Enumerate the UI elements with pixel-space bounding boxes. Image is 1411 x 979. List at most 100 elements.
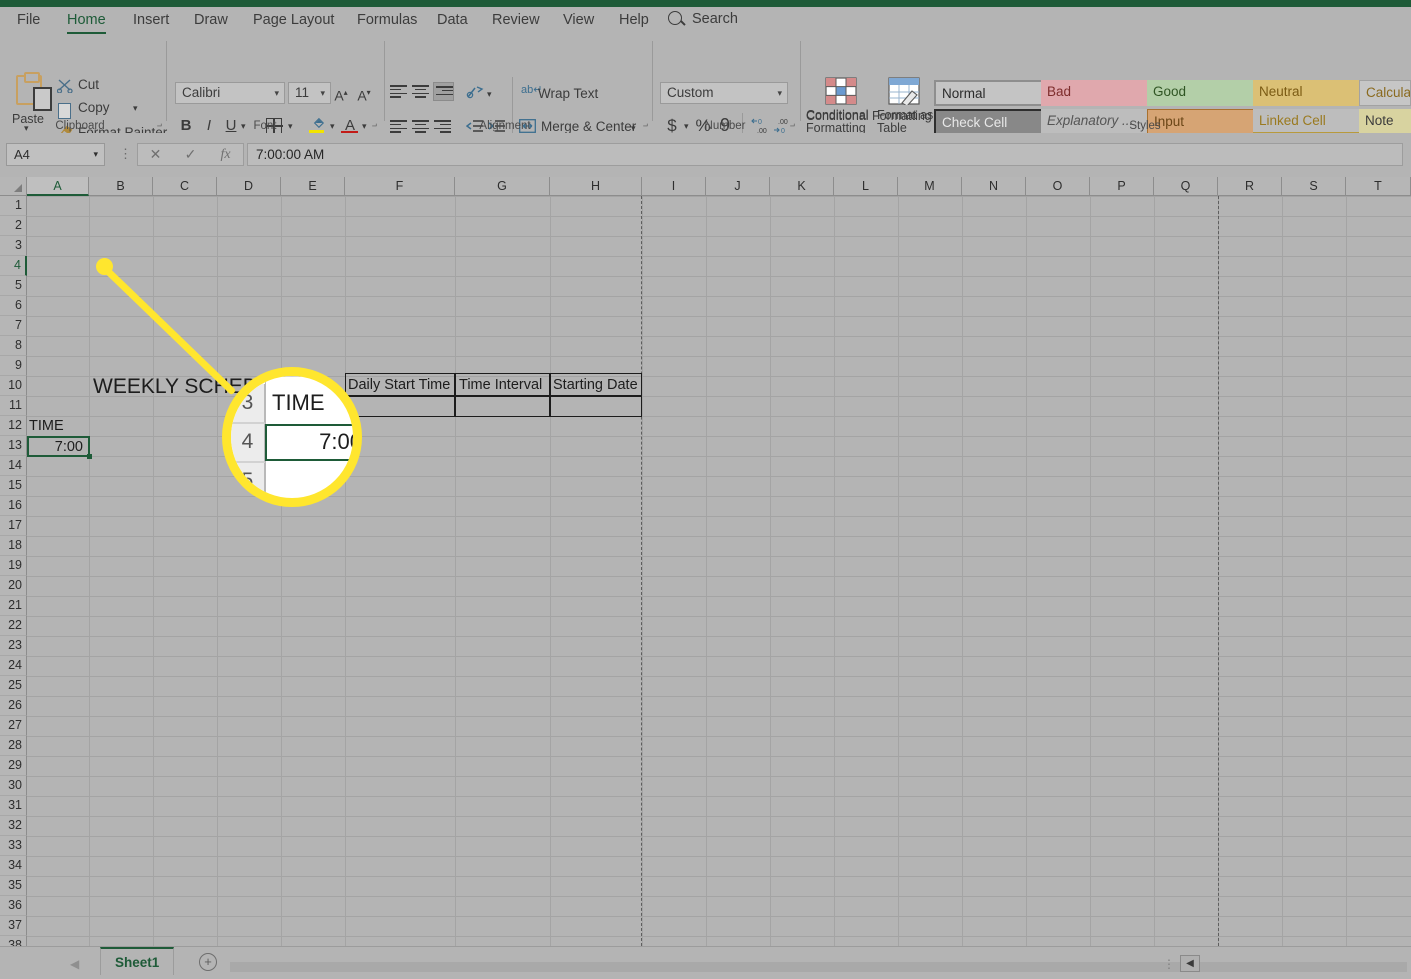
row-header-9[interactable]: 9: [0, 356, 27, 376]
tab-draw[interactable]: Draw: [185, 9, 237, 35]
row-header-16[interactable]: 16: [0, 496, 27, 516]
row-header-17[interactable]: 17: [0, 516, 27, 536]
font-size-combo[interactable]: 11 ▾: [288, 82, 331, 104]
tab-formulas[interactable]: Formulas: [348, 9, 426, 35]
format-as-table-icon[interactable]: [888, 77, 920, 105]
time-interval-header[interactable]: Time Interval: [459, 377, 542, 393]
row-header-12[interactable]: 12: [0, 416, 27, 436]
column-header-l[interactable]: L: [834, 177, 898, 196]
copy-label[interactable]: Copy: [78, 100, 110, 115]
row-header-22[interactable]: 22: [0, 616, 27, 636]
column-header-d[interactable]: D: [217, 177, 281, 196]
row-header-20[interactable]: 20: [0, 576, 27, 596]
fill-handle[interactable]: [86, 453, 92, 459]
row-header-24[interactable]: 24: [0, 656, 27, 676]
tab-review[interactable]: Review: [483, 9, 549, 35]
cancel-formula-button[interactable]: ✕: [138, 144, 173, 165]
style-note[interactable]: Note: [1359, 109, 1411, 135]
decrease-font-size-button[interactable]: A▾: [353, 82, 375, 107]
column-header-k[interactable]: K: [770, 177, 834, 196]
column-header-a[interactable]: A: [27, 177, 89, 196]
column-header-c[interactable]: C: [153, 177, 217, 196]
conditional-formatting-icon[interactable]: [825, 77, 857, 105]
column-header-h[interactable]: H: [550, 177, 642, 196]
column-header-t[interactable]: T: [1346, 177, 1411, 196]
number-dialog-launcher[interactable]: [786, 121, 795, 130]
row-header-6[interactable]: 6: [0, 296, 27, 316]
font-name-combo[interactable]: Calibri ▾: [175, 82, 285, 104]
row-header-7[interactable]: 7: [0, 316, 27, 336]
row-header-28[interactable]: 28: [0, 736, 27, 756]
row-header-25[interactable]: 25: [0, 676, 27, 696]
number-format-combo[interactable]: Custom ▾: [660, 82, 788, 104]
row-header-36[interactable]: 36: [0, 896, 27, 916]
align-center-icon[interactable]: [412, 120, 429, 134]
copy-dropdown-icon[interactable]: ▾: [133, 103, 138, 114]
column-header-r[interactable]: R: [1218, 177, 1282, 196]
column-header-o[interactable]: O: [1026, 177, 1090, 196]
row-header-18[interactable]: 18: [0, 536, 27, 556]
spreadsheet-grid[interactable]: ABCDEFGHIJKLMNOPQRST 1 2 3 4 5 6 7 8 9 10 11 12 13 14…: [0, 177, 1411, 946]
column-header-m[interactable]: M: [898, 177, 962, 196]
clipboard-dialog-launcher[interactable]: [153, 121, 162, 130]
tab-view[interactable]: View: [554, 9, 603, 35]
name-box-resize-handle[interactable]: ⋮: [119, 146, 132, 162]
row-header-10[interactable]: 10: [0, 376, 27, 396]
row-header-35[interactable]: 35: [0, 876, 27, 896]
horizontal-scrollbar[interactable]: [230, 962, 1407, 972]
align-top-icon[interactable]: [390, 85, 407, 99]
row-header-21[interactable]: 21: [0, 596, 27, 616]
format-as-table-label[interactable]: Format as Table: [877, 109, 937, 135]
row-header-32[interactable]: 32: [0, 816, 27, 836]
row-header-5[interactable]: 5: [0, 276, 27, 296]
column-header-n[interactable]: N: [962, 177, 1026, 196]
selected-cell-a4[interactable]: 7:00: [27, 436, 92, 459]
orientation-icon[interactable]: [466, 85, 484, 99]
row-header-30[interactable]: 30: [0, 776, 27, 796]
row-header-11[interactable]: 11: [0, 396, 27, 416]
increase-font-size-button[interactable]: A▴: [330, 82, 352, 107]
starting-date-header[interactable]: Starting Date: [553, 377, 638, 393]
style-calculation[interactable]: Calcula: [1359, 80, 1411, 106]
column-header-e[interactable]: E: [281, 177, 345, 196]
column-header-p[interactable]: P: [1090, 177, 1154, 196]
row-header-19[interactable]: 19: [0, 556, 27, 576]
wrap-text-label[interactable]: Wrap Text: [538, 86, 598, 101]
cut-label[interactable]: Cut: [78, 77, 99, 92]
align-left-icon[interactable]: [390, 120, 407, 134]
name-box[interactable]: A4 ▾: [6, 143, 105, 166]
style-good[interactable]: Good: [1147, 80, 1260, 106]
select-all-button[interactable]: [0, 177, 27, 196]
style-linked-cell[interactable]: Linked Cell: [1253, 109, 1366, 135]
row-header-27[interactable]: 27: [0, 716, 27, 736]
row-header-13[interactable]: 13: [0, 436, 27, 456]
style-check-cell[interactable]: Check Cell: [934, 109, 1047, 135]
row-header-29[interactable]: 29: [0, 756, 27, 776]
daily-start-time-header[interactable]: Daily Start Time: [348, 377, 450, 393]
font-dialog-launcher[interactable]: [368, 121, 377, 130]
row-header-23[interactable]: 23: [0, 636, 27, 656]
row-header-2[interactable]: 2: [0, 216, 27, 236]
column-header-j[interactable]: J: [706, 177, 770, 196]
enter-formula-button[interactable]: ✓: [173, 144, 208, 165]
time-column-header[interactable]: TIME: [29, 418, 64, 434]
tab-page-layout[interactable]: Page Layout: [244, 9, 343, 35]
search-box[interactable]: Search: [668, 11, 738, 33]
column-header-q[interactable]: Q: [1154, 177, 1218, 196]
style-normal[interactable]: Normal: [934, 80, 1047, 106]
row-header-15[interactable]: 15: [0, 476, 27, 496]
column-header-f[interactable]: F: [345, 177, 455, 196]
add-sheet-button[interactable]: +: [199, 953, 217, 971]
row-header-3[interactable]: 3: [0, 236, 27, 256]
font-color-dropdown-icon[interactable]: ▾: [362, 121, 367, 132]
row-header-8[interactable]: 8: [0, 336, 27, 356]
row-header-38[interactable]: 38: [0, 936, 27, 946]
alignment-dialog-launcher[interactable]: [639, 121, 648, 130]
row-header-14[interactable]: 14: [0, 456, 27, 476]
fill-color-dropdown-icon[interactable]: ▾: [330, 121, 335, 132]
sheet-tab-sheet1[interactable]: Sheet1: [100, 947, 175, 975]
row-header-34[interactable]: 34: [0, 856, 27, 876]
column-header-i[interactable]: I: [642, 177, 706, 196]
scroll-left-button[interactable]: ◀: [1180, 955, 1200, 972]
insert-function-button[interactable]: fx: [208, 144, 243, 165]
